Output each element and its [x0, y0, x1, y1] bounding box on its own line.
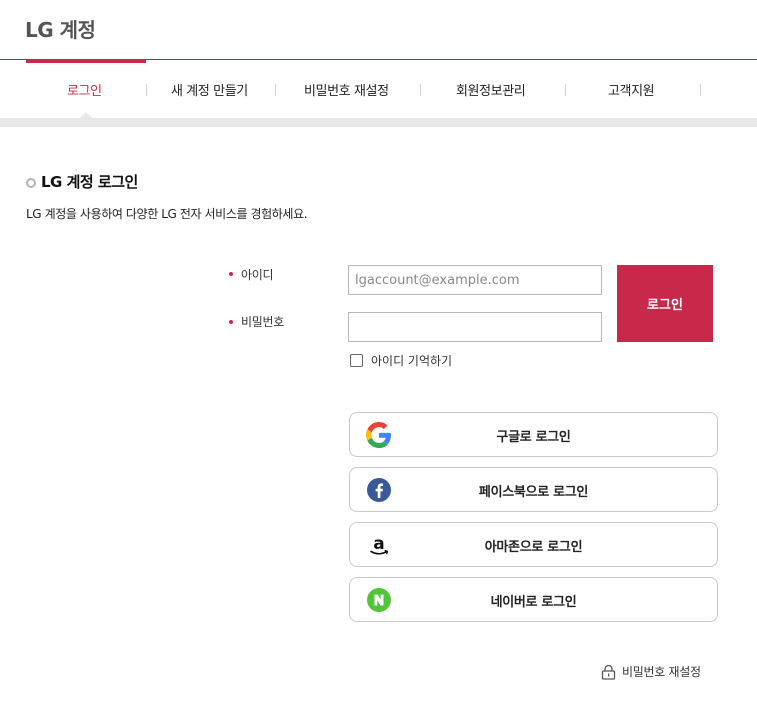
amazon-login-button[interactable]: a 아마존으로 로그인	[349, 522, 718, 567]
tab-customer-support[interactable]: 고객지원	[608, 80, 655, 99]
login-button[interactable]: 로그인	[617, 265, 713, 342]
password-reset-label: 비밀번호 재설정	[622, 665, 701, 679]
remember-id-row: 아이디 기억하기	[350, 352, 452, 369]
id-label: 아이디	[241, 268, 274, 282]
tab-separator	[565, 84, 566, 96]
required-bullet	[229, 320, 233, 324]
main-nav: 로그인 새 계정 만들기 비밀번호 재설정 회원정보관리 고객지원	[0, 63, 757, 117]
id-input[interactable]	[348, 265, 602, 295]
tab-member-info[interactable]: 회원정보관리	[456, 80, 526, 99]
tab-login[interactable]: 로그인	[67, 80, 102, 99]
amazon-login-label: 아마존으로 로그인	[484, 540, 583, 555]
page-title: LG 계정	[25, 18, 96, 42]
tab-separator	[420, 84, 421, 96]
password-reset-link[interactable]: 비밀번호 재설정	[601, 663, 701, 680]
password-input[interactable]	[348, 312, 602, 342]
facebook-login-label: 페이스북으로 로그인	[478, 485, 589, 500]
tab-create-account[interactable]: 새 계정 만들기	[171, 80, 248, 99]
naver-login-button[interactable]: 네이버로 로그인	[349, 577, 718, 622]
tab-separator	[700, 84, 701, 96]
remember-id-checkbox[interactable]	[350, 354, 363, 367]
google-login-button[interactable]: 구글로 로그인	[349, 412, 718, 457]
section-title: LG 계정 로그인	[26, 171, 138, 192]
required-bullet	[229, 272, 233, 276]
remember-id-label[interactable]: 아이디 기억하기	[371, 352, 452, 369]
lock-icon	[601, 664, 616, 680]
nav-divider	[0, 118, 757, 127]
facebook-login-button[interactable]: 페이스북으로 로그인	[349, 467, 718, 512]
password-label: 비밀번호	[241, 315, 284, 329]
google-login-label: 구글로 로그인	[496, 430, 571, 445]
tab-separator	[146, 84, 147, 96]
section-title-text: LG 계정 로그인	[41, 173, 138, 191]
naver-login-label: 네이버로 로그인	[490, 595, 577, 610]
page-header: LG 계정	[0, 0, 757, 60]
tab-separator	[275, 84, 276, 96]
section-description: LG 계정을 사용하여 다양한 LG 전자 서비스를 경험하세요.	[26, 207, 308, 221]
tab-password-reset[interactable]: 비밀번호 재설정	[304, 80, 389, 99]
